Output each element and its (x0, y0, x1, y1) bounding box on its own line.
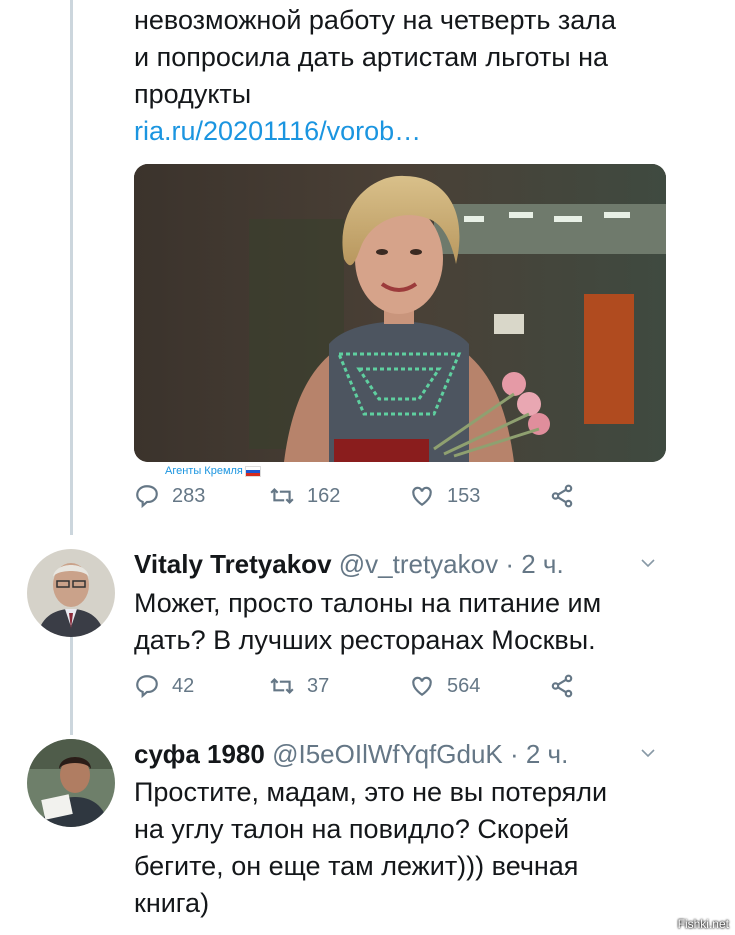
thread-line (70, 0, 73, 535)
retweet-button[interactable]: 37 (269, 673, 409, 699)
media-watermark-text: Агенты Кремля (165, 465, 243, 477)
retweet-count: 37 (307, 674, 330, 697)
retweet-icon (270, 487, 294, 505)
share-button[interactable] (549, 673, 575, 699)
reply-actions: 42 37 564 (134, 671, 575, 701)
media-watermark: Агенты Кремля (165, 465, 261, 477)
reply-text-line: Простите, мадам, это не вы потеряли (134, 777, 608, 807)
thread-line (70, 635, 73, 735)
reply-icon (136, 675, 158, 699)
reply-icon (136, 485, 158, 509)
reply-text-line: Может, просто талоны на питание им (134, 588, 602, 618)
share-button[interactable] (549, 483, 575, 509)
tweet-link[interactable]: ria.ru/20201116/vorob… (134, 113, 724, 150)
like-count: 153 (447, 484, 481, 507)
handle-and-time: @v_tretyakov · 2 ч. (338, 549, 564, 579)
retweet-count: 162 (307, 484, 341, 507)
share-icon (551, 484, 573, 508)
tweet-body: невозможной работу на четверть зала и по… (134, 2, 724, 150)
chevron-down-icon[interactable] (640, 745, 656, 761)
reply-body: Простите, мадам, это не вы потеряли на у… (134, 774, 724, 922)
avatar-photo (27, 549, 115, 637)
tweet-text-line: продукты (134, 79, 252, 109)
photo-illustration (134, 164, 666, 462)
avatar[interactable] (27, 739, 115, 827)
retweet-icon (270, 677, 294, 695)
like-button[interactable]: 564 (409, 673, 549, 699)
site-watermark: Fishki.net (677, 917, 729, 931)
retweet-button[interactable]: 162 (269, 483, 409, 509)
reply-button[interactable]: 283 (134, 483, 269, 509)
reply-count: 283 (172, 484, 206, 507)
heart-icon (412, 486, 432, 506)
tweet-text-line: и попросила дать артистам льготы на (134, 42, 609, 72)
reply-header: Vitaly Tretyakov @v_tretyakov · 2 ч. (134, 547, 564, 581)
tweet-photo[interactable] (134, 164, 666, 462)
avatar-photo (27, 739, 115, 827)
like-button[interactable]: 153 (409, 483, 549, 509)
reply-text-line: книга) (134, 888, 210, 918)
reply-button[interactable]: 42 (134, 673, 269, 699)
display-name[interactable]: суфа 1980 (134, 739, 265, 769)
display-name[interactable]: Vitaly Tretyakov (134, 549, 332, 579)
handle-and-time: @I5eOIlWfYqfGduK · 2 ч. (272, 739, 569, 769)
reply-text-line: дать? В лучших ресторанах Москвы. (134, 625, 596, 655)
avatar[interactable] (27, 549, 115, 637)
like-count: 564 (447, 674, 481, 697)
share-icon (551, 674, 573, 698)
reply-text-line: на углу талон на повидло? Скорей (134, 814, 570, 844)
tweet-text-line: невозможной работу на четверть зала (134, 5, 617, 35)
reply-header: суфа 1980 @I5eOIlWfYqfGduK · 2 ч. (134, 737, 568, 771)
reply-body: Может, просто талоны на питание им дать?… (134, 585, 724, 659)
chevron-down-icon[interactable] (640, 555, 656, 571)
heart-icon (412, 676, 432, 696)
reply-text-line: бегите, он еще там лежит))) вечная (134, 851, 579, 881)
tweet-actions: 283 162 153 (134, 481, 575, 511)
reply-count: 42 (172, 674, 195, 697)
russia-flag-icon (244, 465, 261, 477)
